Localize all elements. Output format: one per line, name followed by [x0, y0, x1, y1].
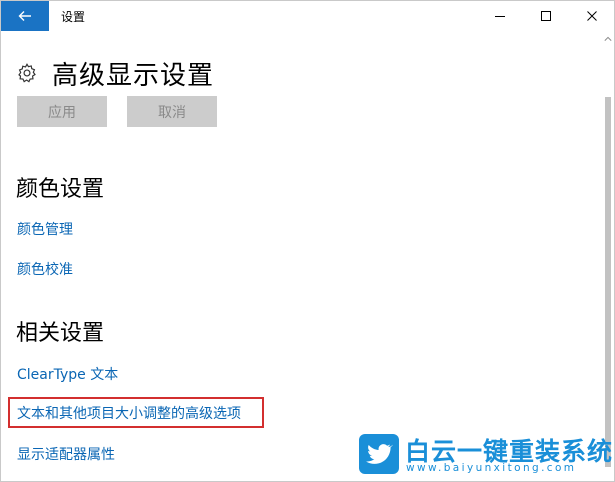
- maximize-button[interactable]: [523, 1, 569, 31]
- display-adapter-properties-link[interactable]: 显示适配器属性: [17, 444, 115, 464]
- watermark-url: www.baiyunxitong.com: [406, 462, 577, 474]
- color-management-link[interactable]: 颜色管理: [17, 219, 73, 239]
- back-button[interactable]: [1, 1, 49, 31]
- gear-icon: [18, 63, 36, 83]
- bird-logo-icon: [359, 434, 399, 474]
- apply-button[interactable]: 应用: [17, 96, 107, 127]
- color-calibration-link[interactable]: 颜色校准: [17, 259, 73, 279]
- cancel-button[interactable]: 取消: [127, 96, 217, 127]
- scroll-up-button[interactable]: [602, 33, 614, 45]
- window-title: 设置: [61, 10, 86, 24]
- page-header: 高级显示设置: [16, 57, 215, 91]
- watermark: 白云一键重装系统 www.baiyunxitong.com: [359, 434, 612, 478]
- back-arrow-icon: [18, 11, 31, 21]
- minimize-icon: [495, 16, 505, 17]
- title-bar: 设置: [1, 1, 614, 31]
- close-button[interactable]: [569, 1, 615, 31]
- close-icon: [587, 11, 597, 21]
- settings-window: 设置 高级显示设置 应用 取消 颜色设置 颜色管理 颜色校准 相关设置 Clea…: [0, 0, 615, 482]
- page-title: 高级显示设置: [52, 60, 215, 91]
- related-settings-heading: 相关设置: [16, 321, 105, 346]
- scrollbar-thumb[interactable]: [605, 97, 611, 467]
- minimize-button[interactable]: [477, 1, 523, 31]
- color-settings-heading: 颜色设置: [16, 177, 105, 202]
- chevron-up-icon: [604, 36, 612, 41]
- maximize-icon: [541, 11, 551, 21]
- cleartype-text-link[interactable]: ClearType 文本: [17, 364, 118, 384]
- highlight-box: [8, 397, 264, 428]
